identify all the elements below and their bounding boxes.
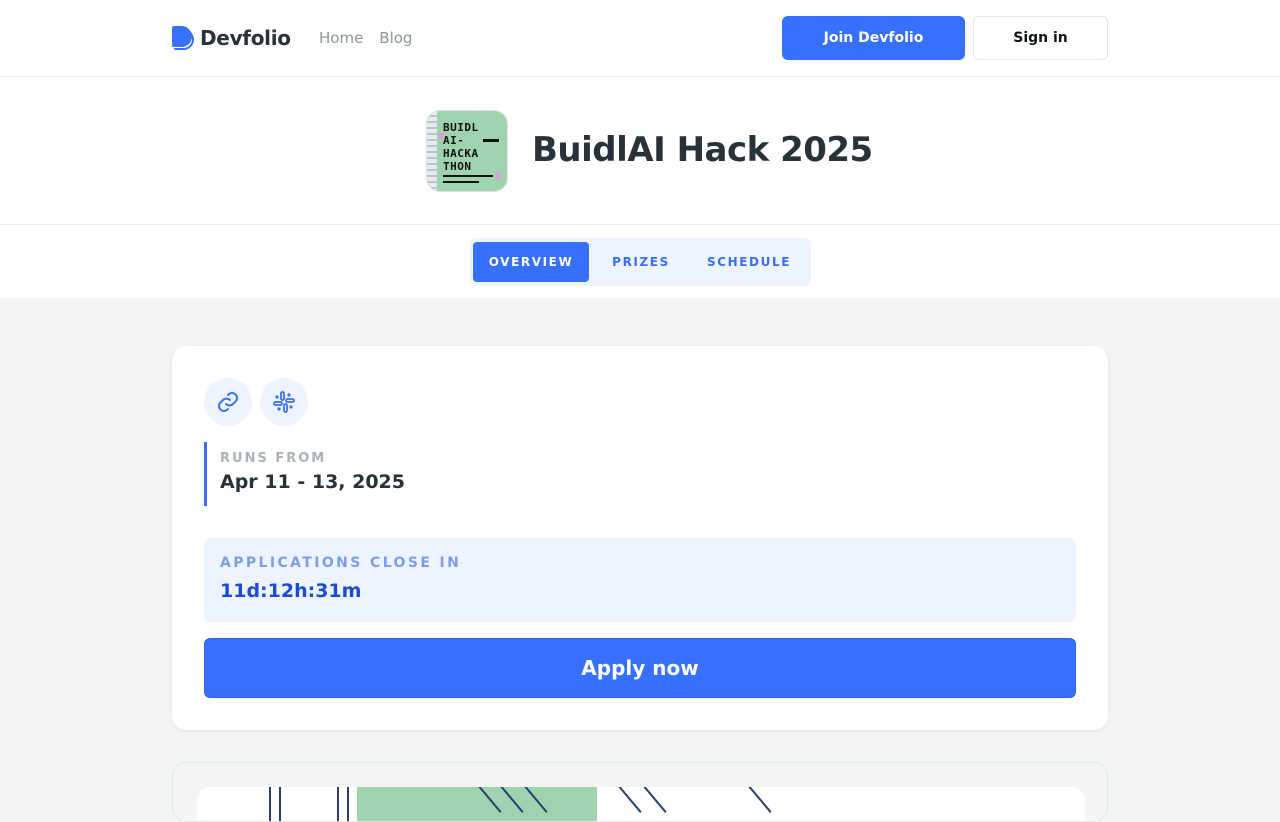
- hackathon-banner-image: [197, 787, 1085, 821]
- slack-icon: [273, 391, 295, 413]
- nav-blog-link[interactable]: Blog: [379, 29, 412, 47]
- tab-prizes[interactable]: PRIZES: [601, 242, 681, 282]
- applications-countdown: APPLICATIONS CLOSE IN 11d:12h:31m: [204, 538, 1076, 622]
- hackathon-hero: BUIDL AI- HACKA THON BuidlAI Hack 2025: [0, 77, 1280, 225]
- applications-close-label: APPLICATIONS CLOSE IN: [220, 555, 462, 571]
- hackathon-logo: BUIDL AI- HACKA THON: [426, 110, 508, 192]
- hackathon-title: BuidlAI Hack 2025: [532, 130, 873, 170]
- tab-schedule[interactable]: SCHEDULE: [696, 242, 802, 282]
- countdown-value: 11d:12h:31m: [220, 580, 362, 602]
- devfolio-logo-icon: [172, 26, 194, 50]
- tab-overview[interactable]: OVERVIEW: [473, 242, 589, 282]
- overview-card: RUNS FROM Apr 11 - 13, 2025 APPLICATIONS…: [172, 346, 1108, 730]
- hackathon-logo-text: BUIDL AI- HACKA THON: [443, 121, 479, 173]
- sign-in-button[interactable]: Sign in: [973, 16, 1108, 60]
- brand[interactable]: Devfolio: [172, 26, 291, 50]
- runs-from-label: RUNS FROM: [220, 451, 327, 466]
- section-tabs: OVERVIEW PRIZES SCHEDULE: [470, 238, 811, 286]
- tabs-bar: OVERVIEW PRIZES SCHEDULE: [0, 225, 1280, 298]
- top-navbar: Devfolio Home Blog Join Devfolio Sign in: [0, 0, 1280, 77]
- slack-link-button[interactable]: [260, 378, 308, 426]
- brand-name: Devfolio: [200, 26, 291, 50]
- join-devfolio-button[interactable]: Join Devfolio: [782, 16, 965, 60]
- event-dates: RUNS FROM Apr 11 - 13, 2025: [204, 442, 504, 506]
- link-icon: [218, 392, 238, 412]
- website-link-button[interactable]: [204, 378, 252, 426]
- main-nav: Home Blog: [319, 29, 412, 47]
- nav-home-link[interactable]: Home: [319, 29, 363, 47]
- apply-now-button[interactable]: Apply now: [204, 638, 1076, 698]
- banner-card: [172, 762, 1108, 822]
- runs-from-value: Apr 11 - 13, 2025: [220, 471, 405, 493]
